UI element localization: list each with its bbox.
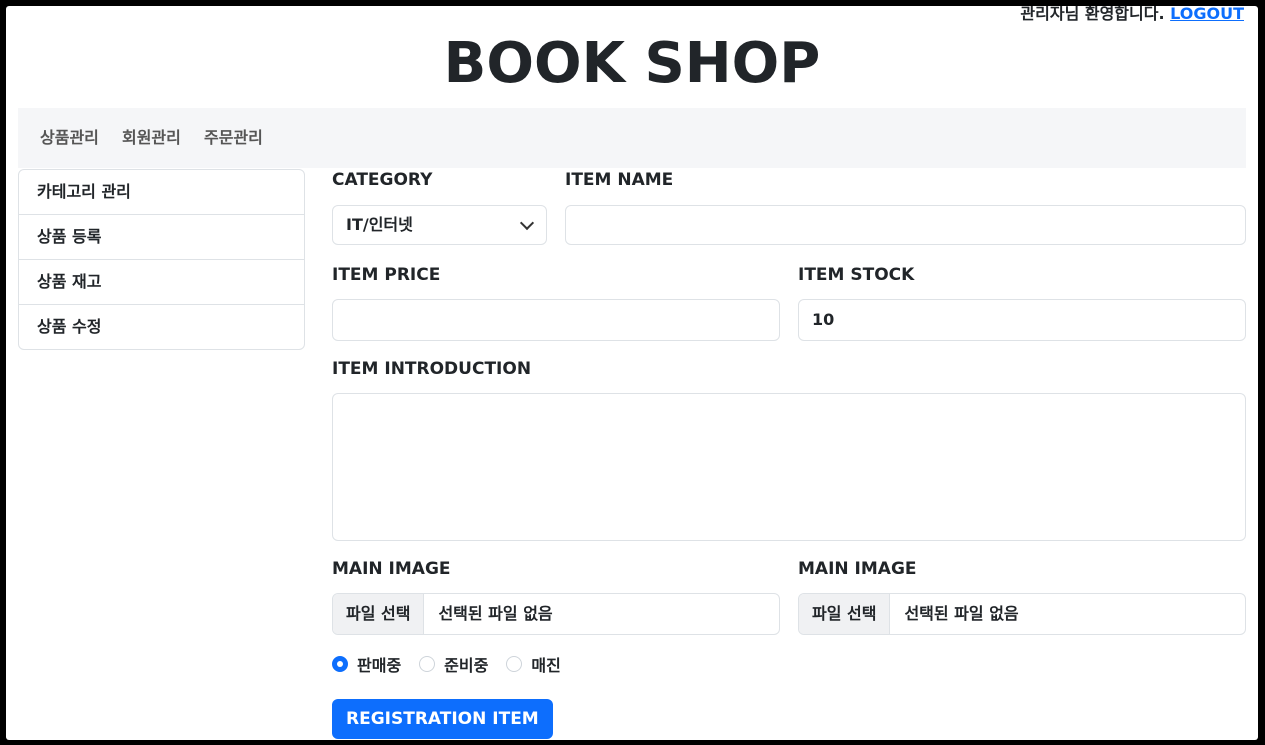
welcome-area: 관리자님 환영합니다. LOGOUT bbox=[1020, 6, 1244, 24]
registration-item-button[interactable]: REGISTRATION ITEM bbox=[332, 699, 553, 739]
sidebar-item-product-stock[interactable]: 상품 재고 bbox=[19, 260, 304, 305]
item-price-label: ITEM PRICE bbox=[332, 265, 441, 285]
main-image-file-input-1[interactable]: 파일 선택 선택된 파일 없음 bbox=[332, 593, 780, 635]
top-nav: 상품관리 회원관리 주문관리 bbox=[18, 108, 1246, 168]
item-stock-label: ITEM STOCK bbox=[798, 265, 915, 285]
item-name-input[interactable] bbox=[565, 205, 1246, 245]
item-name-label: ITEM NAME bbox=[565, 170, 674, 190]
sidebar-item-product-edit[interactable]: 상품 수정 bbox=[19, 305, 304, 349]
radio-preparing-label: 준비중 bbox=[444, 656, 489, 675]
main-image-label-1: MAIN IMAGE bbox=[332, 559, 451, 579]
welcome-text: 관리자님 환영합니다. bbox=[1020, 6, 1165, 23]
radio-on-sale-label: 판매중 bbox=[357, 656, 402, 675]
item-price-input[interactable] bbox=[332, 299, 780, 341]
sidebar-item-category-management[interactable]: 카테고리 관리 bbox=[19, 170, 304, 215]
file-select-button-1[interactable]: 파일 선택 bbox=[333, 594, 425, 634]
radio-sold-out-label: 매진 bbox=[531, 656, 561, 675]
item-intro-textarea[interactable] bbox=[332, 393, 1246, 541]
radio-on-sale[interactable]: 판매중 bbox=[332, 652, 401, 676]
sidebar-item-product-register[interactable]: 상품 등록 bbox=[19, 215, 304, 260]
radio-unchecked-icon[interactable] bbox=[419, 656, 436, 672]
nav-item-product-management[interactable]: 상품관리 bbox=[40, 108, 99, 168]
sidebar-menu: 카테고리 관리 상품 등록 상품 재고 상품 수정 bbox=[18, 169, 305, 350]
radio-checked-icon[interactable] bbox=[332, 656, 348, 672]
radio-unchecked-icon[interactable] bbox=[506, 656, 523, 672]
logout-link[interactable]: LOGOUT bbox=[1170, 6, 1244, 23]
main-image-file-input-2[interactable]: 파일 선택 선택된 파일 없음 bbox=[798, 593, 1246, 635]
radio-sold-out[interactable]: 매진 bbox=[506, 652, 561, 676]
file-status-text-2: 선택된 파일 없음 bbox=[904, 604, 1019, 623]
nav-item-member-management[interactable]: 회원관리 bbox=[122, 108, 181, 168]
main-image-label-2: MAIN IMAGE bbox=[798, 559, 917, 579]
category-select[interactable]: IT/인터넷 bbox=[332, 205, 547, 245]
nav-item-order-management[interactable]: 주문관리 bbox=[204, 108, 263, 168]
file-status-text-1: 선택된 파일 없음 bbox=[438, 604, 553, 623]
site-title: BOOK SHOP bbox=[443, 31, 821, 96]
sale-status-radio-group: 판매중 준비중 매진 bbox=[332, 652, 579, 676]
category-label: CATEGORY bbox=[332, 170, 433, 190]
radio-preparing[interactable]: 준비중 bbox=[419, 652, 488, 676]
file-select-button-2[interactable]: 파일 선택 bbox=[799, 594, 891, 634]
item-intro-label: ITEM INTRODUCTION bbox=[332, 359, 532, 379]
page-frame: 관리자님 환영합니다. LOGOUT BOOK SHOP 상품관리 회원관리 주… bbox=[6, 6, 1258, 740]
category-select-value: IT/인터넷 bbox=[346, 215, 413, 234]
chevron-down-icon bbox=[519, 215, 535, 231]
item-stock-input[interactable]: 10 bbox=[798, 299, 1246, 341]
